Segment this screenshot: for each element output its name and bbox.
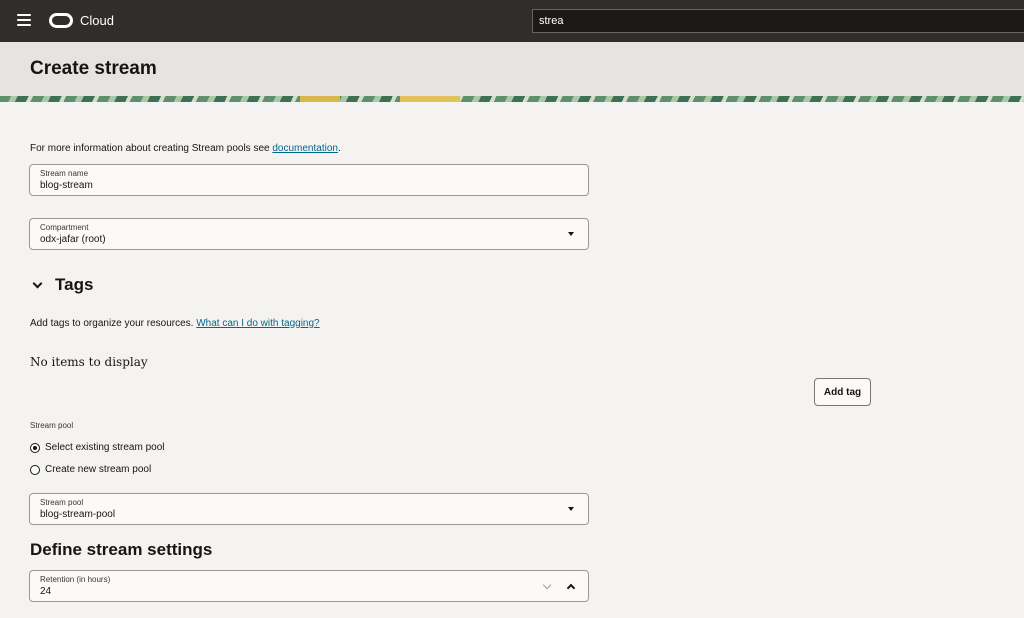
compartment-select[interactable]: Compartment odx-jafar (root): [29, 218, 589, 250]
stream-name-field[interactable]: Stream name blog-stream: [29, 164, 589, 196]
top-navigation-bar: Cloud: [0, 0, 1024, 42]
documentation-link[interactable]: documentation: [272, 143, 338, 154]
oracle-logo-icon[interactable]: [49, 13, 73, 28]
retention-field[interactable]: Retention (in hours) 24: [29, 570, 589, 602]
radio-create-new-pool[interactable]: Create new stream pool: [30, 464, 151, 475]
tags-info-text: Add tags to organize your resources. Wha…: [30, 318, 320, 329]
radio-unselected-icon[interactable]: [30, 464, 40, 475]
radio-selected-icon[interactable]: [30, 442, 40, 453]
empty-tags-message: No items to display: [30, 355, 148, 369]
add-tag-button[interactable]: Add tag: [814, 378, 871, 406]
stream-name-value[interactable]: blog-stream: [40, 180, 93, 191]
brand-label[interactable]: Cloud: [80, 13, 114, 28]
stream-name-label: Stream name: [40, 169, 89, 178]
stream-pool-value[interactable]: blog-stream-pool: [40, 509, 115, 520]
tagging-help-link[interactable]: What can I do with tagging?: [196, 318, 319, 329]
info-text: For more information about creating Stre…: [30, 143, 341, 154]
stream-pool-select[interactable]: Stream pool blog-stream-pool: [29, 493, 589, 525]
decorative-banner: [0, 96, 1024, 102]
caret-down-icon[interactable]: [568, 232, 574, 236]
search-input[interactable]: [532, 9, 1024, 33]
compartment-value[interactable]: odx-jafar (root): [40, 234, 106, 245]
chevron-down-icon[interactable]: [32, 278, 43, 288]
caret-down-icon[interactable]: [568, 507, 574, 511]
stream-settings-title: Define stream settings: [30, 540, 213, 559]
stream-pool-label: Stream pool: [40, 498, 84, 507]
page-title: Create stream: [30, 58, 157, 79]
retention-value[interactable]: 24: [40, 586, 51, 597]
compartment-label: Compartment: [40, 223, 89, 232]
radio-select-existing-pool[interactable]: Select existing stream pool: [30, 442, 165, 453]
decrement-chevron-icon[interactable]: [542, 580, 552, 590]
tags-section-toggle[interactable]: Tags: [30, 275, 93, 295]
stream-pool-section-label: Stream pool: [30, 421, 74, 430]
radio-label: Select existing stream pool: [45, 442, 165, 453]
hamburger-menu-icon[interactable]: [17, 14, 31, 28]
radio-label: Create new stream pool: [45, 464, 152, 475]
retention-label: Retention (in hours): [40, 575, 111, 584]
increment-chevron-icon[interactable]: [566, 583, 576, 593]
tags-title: Tags: [55, 275, 94, 294]
